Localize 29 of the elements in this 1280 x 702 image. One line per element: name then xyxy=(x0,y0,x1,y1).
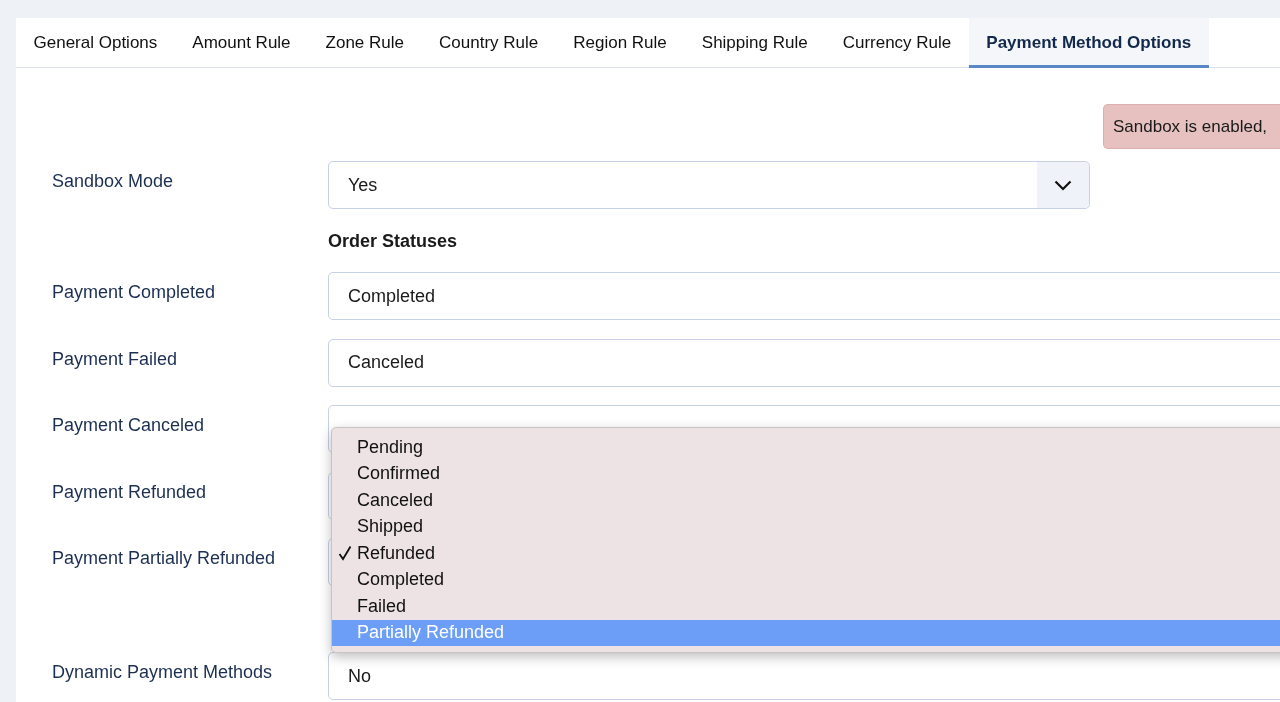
tab[interactable]: Zone Rule xyxy=(308,18,422,68)
select-field[interactable]: Completed xyxy=(328,272,1280,320)
field-label: Payment Partially Refunded xyxy=(52,547,277,569)
field-label: Payment Completed xyxy=(52,281,217,303)
tab[interactable]: General Options xyxy=(16,18,175,68)
select-field[interactable]: Yes xyxy=(328,161,1090,209)
tab[interactable]: Country Rule xyxy=(421,18,556,68)
alert-message: Sandbox is enabled, xyxy=(1103,104,1280,149)
field-label: Payment Failed xyxy=(52,347,179,370)
dropdown-option[interactable]: Pending xyxy=(332,434,1280,461)
tab[interactable]: Currency Rule xyxy=(825,18,969,68)
tab[interactable]: Region Rule xyxy=(555,18,685,68)
field-label: Sandbox Mode xyxy=(52,170,175,192)
field-label: Dynamic Payment Methods xyxy=(52,661,274,683)
field-label: Payment Refunded xyxy=(52,480,208,503)
dropdown-option[interactable]: Completed xyxy=(332,566,1280,593)
field-label: Payment Canceled xyxy=(52,414,206,436)
tab[interactable]: Amount Rule xyxy=(174,18,309,68)
chevron-down-icon xyxy=(1054,179,1072,191)
section-heading: Order Statuses xyxy=(328,231,458,252)
dropdown-option[interactable]: Confirmed xyxy=(332,460,1280,487)
tab[interactable]: Shipping Rule xyxy=(684,18,826,68)
dropdown-option[interactable]: Shipped xyxy=(332,513,1280,540)
tab[interactable]: Payment Method Options xyxy=(968,18,1209,68)
select-field[interactable]: Canceled xyxy=(328,338,1280,387)
dropdown-option[interactable]: Failed xyxy=(332,593,1280,620)
dropdown-option[interactable]: Refunded xyxy=(332,540,1280,567)
select-field[interactable]: No xyxy=(328,652,1280,700)
dropdown-option[interactable]: Canceled xyxy=(332,487,1280,514)
